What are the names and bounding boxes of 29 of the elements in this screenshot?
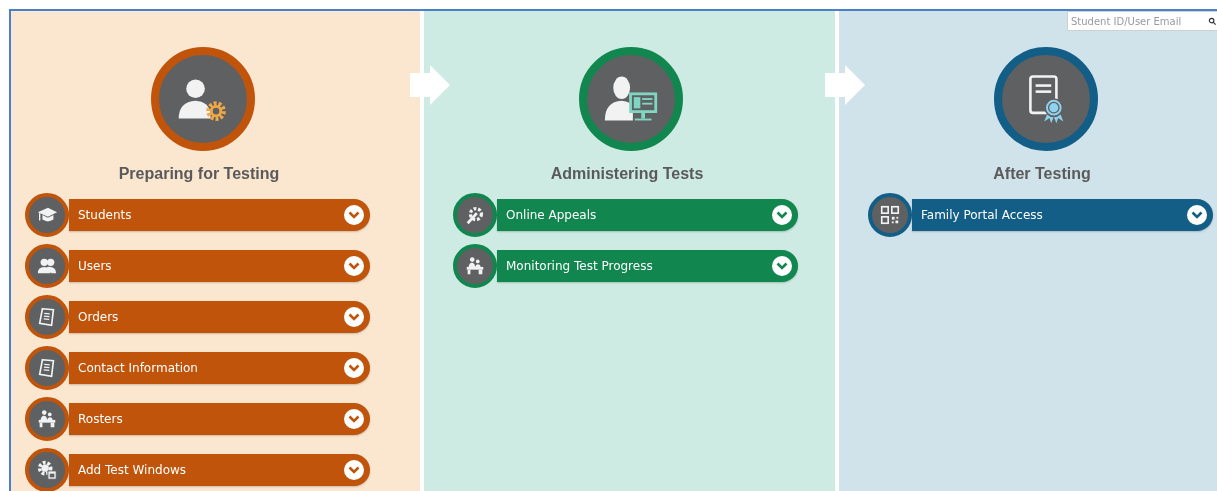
step-arrow — [410, 65, 450, 105]
menu-item[interactable]: Monitoring Test Progress — [497, 250, 798, 282]
step-arrow — [825, 65, 865, 105]
chevron-down-icon[interactable] — [343, 459, 365, 481]
menu-item[interactable]: Add Test Windows — [69, 454, 370, 486]
chevron-down-icon[interactable] — [343, 255, 365, 277]
stage-title: Preparing for Testing — [117, 165, 281, 183]
chevron-down-icon[interactable] — [343, 204, 365, 226]
menu-item[interactable]: Contact Information — [69, 352, 370, 384]
qr-code-icon — [879, 204, 901, 226]
desk-icon — [464, 255, 486, 277]
chevron-down-icon[interactable] — [771, 255, 793, 277]
chevron-down-icon[interactable] — [1186, 204, 1208, 226]
menu-item[interactable]: Online Appeals — [497, 199, 798, 231]
menu-item[interactable]: Family Portal Access — [912, 199, 1213, 231]
chevron-down-icon[interactable] — [343, 357, 365, 379]
gear-calendar-icon — [36, 459, 58, 481]
stage-title: Administering Tests — [549, 165, 705, 183]
menu-item[interactable]: Rosters — [69, 403, 370, 435]
search-icon[interactable] — [1208, 16, 1217, 26]
desk-icon — [36, 408, 58, 430]
menu-item[interactable]: Students — [69, 199, 370, 231]
chevron-down-icon[interactable] — [343, 408, 365, 430]
search-field[interactable]: Student ID/User Email — [1067, 11, 1217, 31]
menu-item[interactable]: Users — [69, 250, 370, 282]
menu-item[interactable]: Orders — [69, 301, 370, 333]
chevron-down-icon[interactable] — [343, 306, 365, 328]
stage-title: After Testing — [992, 165, 1092, 183]
chevron-down-icon[interactable] — [771, 204, 793, 226]
